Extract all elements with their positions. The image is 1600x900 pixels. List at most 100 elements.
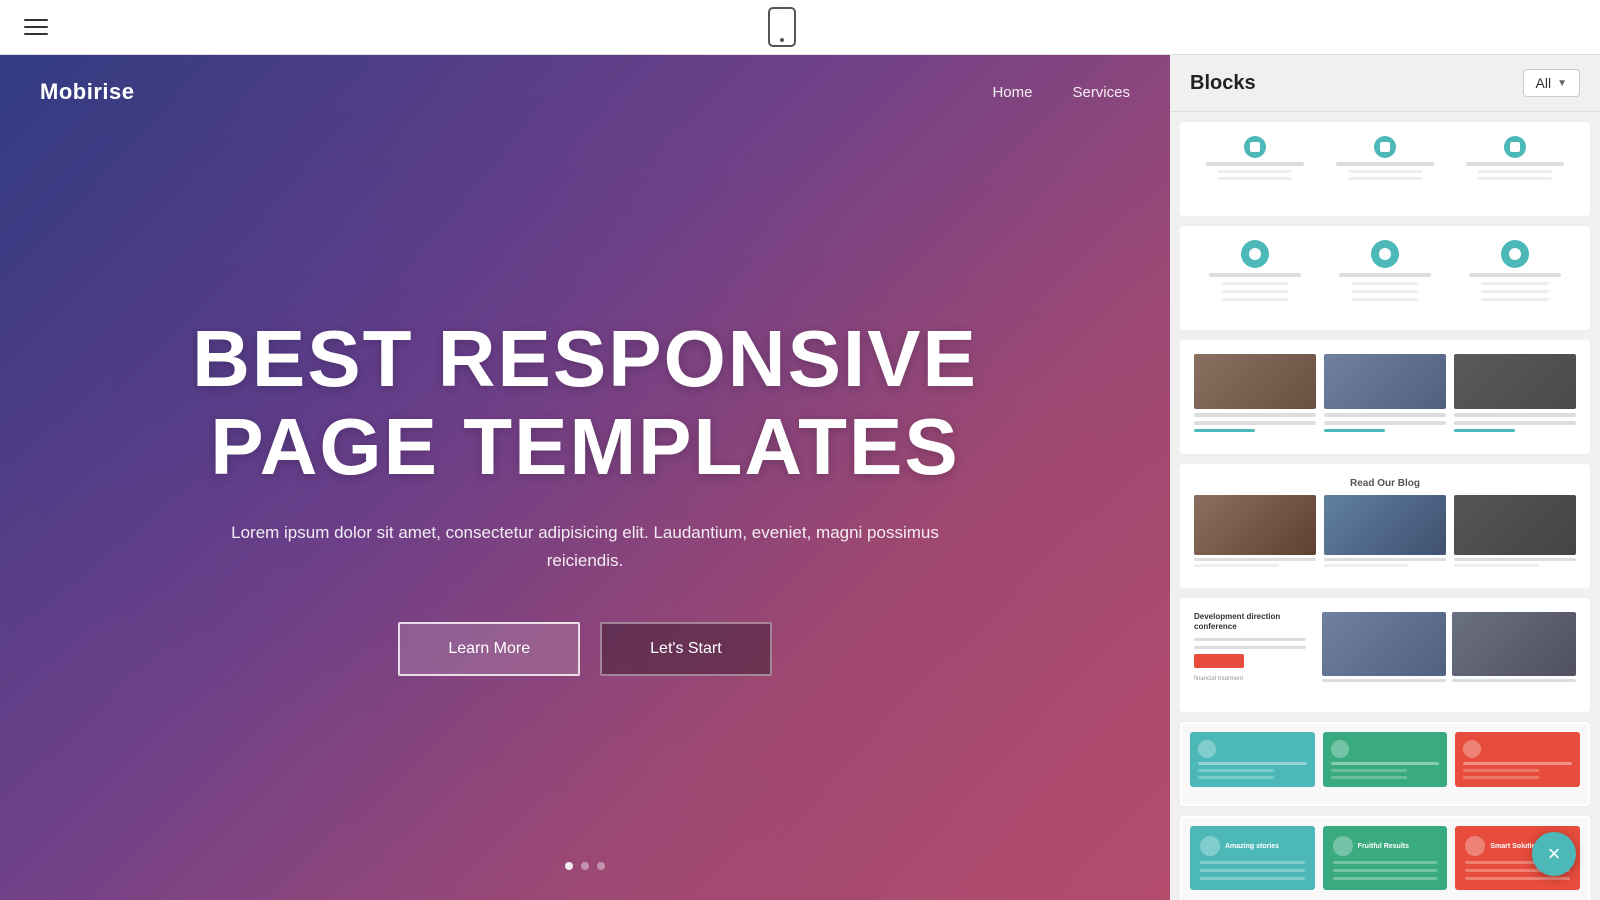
text-line xyxy=(1324,558,1446,561)
text-line xyxy=(1454,421,1576,425)
circle-icon xyxy=(1501,240,1529,268)
panel-circle-icon xyxy=(1465,836,1485,856)
nav-links: Home Services xyxy=(992,84,1130,101)
conference-badge xyxy=(1194,654,1244,668)
text-line xyxy=(1200,869,1305,872)
conference-img xyxy=(1322,612,1446,676)
block-preview-3 xyxy=(1182,342,1588,452)
text-line xyxy=(1198,762,1307,765)
lets-start-button[interactable]: Let's Start xyxy=(600,622,772,676)
panel-col: Amazing stories xyxy=(1190,826,1315,890)
block-col xyxy=(1194,354,1316,432)
block-col xyxy=(1454,354,1576,432)
text-line-short xyxy=(1348,170,1421,173)
text-line xyxy=(1333,877,1438,880)
block-preview-7: Amazing stories Fruitful Results xyxy=(1182,818,1588,900)
conference-sublabel: financial treatment xyxy=(1194,676,1306,682)
hero-title-line1: BEST RESPONSIVE xyxy=(192,314,978,403)
nav-services[interactable]: Services xyxy=(1072,84,1130,101)
block-row xyxy=(1190,732,1580,787)
text-line-short xyxy=(1348,177,1421,180)
text-line xyxy=(1466,162,1564,166)
main-area: Mobirise Home Services BEST RESPONSIVE P… xyxy=(0,55,1600,900)
panel-icon-wrap: Fruitful Results xyxy=(1333,836,1438,856)
text-line xyxy=(1194,646,1306,649)
conference-card xyxy=(1322,612,1446,682)
circle-icon xyxy=(1241,240,1269,268)
text-line xyxy=(1322,679,1446,682)
colored-col xyxy=(1455,732,1580,787)
panel-icon-wrap: Amazing stories xyxy=(1200,836,1305,856)
text-line-short xyxy=(1463,776,1539,779)
blog-header-label: Read Our Blog xyxy=(1350,478,1420,489)
text-line-short xyxy=(1351,298,1418,301)
nav-home[interactable]: Home xyxy=(992,84,1032,101)
text-line-short xyxy=(1454,564,1539,567)
text-line-short xyxy=(1218,170,1291,173)
block-thumb-features-colored[interactable] xyxy=(1180,722,1590,806)
panel-label: Amazing stories xyxy=(1225,843,1279,850)
text-line xyxy=(1333,861,1438,864)
block-preview-2 xyxy=(1182,228,1588,328)
text-line-short xyxy=(1351,290,1418,293)
text-line xyxy=(1454,413,1576,417)
text-line xyxy=(1339,273,1431,277)
blog-card-img xyxy=(1194,495,1316,555)
hamburger-menu[interactable] xyxy=(24,19,48,35)
read-more-link xyxy=(1194,429,1255,432)
block-thumb-conference[interactable]: Development direction conference financi… xyxy=(1180,598,1590,712)
hero-title-line2: PAGE TEMPLATES xyxy=(210,402,960,491)
text-line xyxy=(1324,413,1446,417)
conference-img xyxy=(1452,612,1576,676)
col-icon xyxy=(1331,740,1349,758)
text-line xyxy=(1200,861,1305,864)
hero-subtitle: Lorem ipsum dolor sit amet, consectetur … xyxy=(225,519,945,573)
block-preview-6 xyxy=(1182,724,1588,804)
blocks-filter-dropdown[interactable]: All ▼ xyxy=(1523,69,1580,97)
text-line-short xyxy=(1481,290,1548,293)
text-line xyxy=(1452,679,1576,682)
text-line xyxy=(1324,421,1446,425)
text-line xyxy=(1194,413,1316,417)
text-line xyxy=(1333,869,1438,872)
text-line-short xyxy=(1218,177,1291,180)
conference-cards xyxy=(1322,612,1576,682)
mobile-view-toggle[interactable] xyxy=(768,7,796,47)
blog-card xyxy=(1194,495,1316,567)
feature-icon xyxy=(1374,136,1396,158)
block-thumb-blog[interactable]: Read Our Blog xyxy=(1180,464,1590,588)
text-line xyxy=(1465,877,1570,880)
hero-buttons: Learn More Let's Start xyxy=(398,622,771,676)
text-line xyxy=(1336,162,1434,166)
block-thumb-colored-panels[interactable]: Amazing stories Fruitful Results xyxy=(1180,816,1590,900)
blog-card-img xyxy=(1324,495,1446,555)
block-preview-5: Development direction conference financi… xyxy=(1182,600,1588,710)
block-row xyxy=(1194,354,1576,432)
blocks-scroll-area[interactable]: Read Our Blog xyxy=(1170,112,1600,900)
col-icon xyxy=(1198,740,1216,758)
block-col xyxy=(1194,136,1316,180)
carousel-dot-3[interactable] xyxy=(597,862,605,870)
block-col xyxy=(1324,354,1446,432)
text-line-short xyxy=(1324,564,1409,567)
carousel-dot-2[interactable] xyxy=(581,862,589,870)
panel-title: Blocks xyxy=(1190,72,1256,95)
text-line xyxy=(1454,558,1576,561)
close-button[interactable]: × xyxy=(1532,832,1576,876)
block-preview-1 xyxy=(1182,124,1588,214)
block-col xyxy=(1454,136,1576,180)
colored-col xyxy=(1323,732,1448,787)
block-thumb-features-icons[interactable] xyxy=(1180,122,1590,216)
right-panel: Blocks All ▼ xyxy=(1170,55,1600,900)
block-thumb-features-circles[interactable] xyxy=(1180,226,1590,330)
block-thumb-gallery[interactable] xyxy=(1180,340,1590,454)
brand-name: Mobirise xyxy=(40,79,134,105)
carousel-dot-1[interactable] xyxy=(565,862,573,870)
text-line xyxy=(1194,558,1316,561)
feature-icon xyxy=(1244,136,1266,158)
learn-more-button[interactable]: Learn More xyxy=(398,622,580,676)
text-line xyxy=(1463,762,1572,765)
canvas: Mobirise Home Services BEST RESPONSIVE P… xyxy=(0,55,1170,900)
block-row: Amazing stories Fruitful Results xyxy=(1190,826,1580,890)
blog-card xyxy=(1324,495,1446,567)
